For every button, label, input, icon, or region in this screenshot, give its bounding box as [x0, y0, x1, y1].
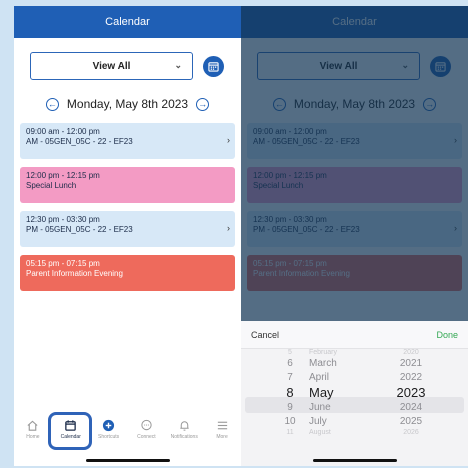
- chat-icon: [139, 418, 153, 432]
- previous-day-button[interactable]: ←: [45, 97, 59, 111]
- nav-item-connect[interactable]: Connect: [131, 418, 161, 440]
- arrow-right-icon: →: [198, 98, 208, 109]
- event-list: 09:00 am - 12:00 pmAM - 05GEN_05C - 22 -…: [14, 123, 241, 291]
- nav-label: More: [216, 434, 228, 440]
- chevron-right-icon: ›: [227, 223, 230, 233]
- wheel-option[interactable]: 2020: [391, 349, 431, 357]
- event-time: 05:15 pm - 07:15 pm: [26, 259, 100, 268]
- nav-item-more[interactable]: More: [207, 418, 237, 440]
- event-card[interactable]: 09:00 am - 12:00 pmAM - 05GEN_05C - 22 -…: [20, 123, 235, 159]
- chevron-down-icon: ⌄: [174, 60, 182, 70]
- dim-overlay[interactable]: [241, 6, 468, 321]
- calendar-icon: [208, 61, 219, 72]
- nav-item-home[interactable]: Home: [18, 418, 48, 440]
- nav-label: Shortcuts: [98, 434, 120, 440]
- wheel-option[interactable]: 2021: [391, 357, 431, 371]
- nav-label: Connect: [137, 434, 156, 440]
- home-indicator: [313, 459, 397, 462]
- date-picker-button[interactable]: [203, 55, 224, 77]
- event-title: Parent Information Evening: [26, 269, 123, 278]
- page-title: Calendar: [105, 16, 150, 28]
- month-column[interactable]: February March April May June July August: [309, 349, 369, 437]
- picker-cancel-button[interactable]: Cancel: [251, 330, 279, 340]
- next-day-button[interactable]: →: [196, 97, 210, 111]
- event-title: AM - 05GEN_05C - 22 - EF23: [26, 137, 133, 146]
- wheel-option[interactable]: April: [309, 371, 369, 385]
- date-wheel[interactable]: 5 6 7 8 9 10 11 February March April May June July Au…: [241, 349, 468, 459]
- wheel-option[interactable]: 2024: [391, 401, 431, 415]
- wheel-option[interactable]: May: [309, 385, 369, 401]
- wheel-option[interactable]: 5: [277, 349, 303, 357]
- wheel-option[interactable]: 2023: [391, 385, 431, 401]
- wheel-option[interactable]: March: [309, 357, 369, 371]
- bottom-nav: Home Calendar Shortcuts Connect Notification…: [14, 412, 241, 454]
- calendar-tab-highlight: [48, 412, 92, 450]
- nav-item-shortcuts[interactable]: Shortcuts: [94, 418, 124, 440]
- event-card[interactable]: 05:15 pm - 07:15 pmParent Information Ev…: [20, 255, 235, 291]
- wheel-option[interactable]: August: [309, 429, 369, 437]
- wheel-option[interactable]: 11: [277, 429, 303, 437]
- calendar-screen-with-picker: CalendarView All⌄←Monday, May 8th 2023→0…: [241, 6, 468, 466]
- header-bar: Calendar: [14, 6, 241, 38]
- calendar-screen: Calendar View All ⌄ ← Monday, May 8th 2023 → 0…: [14, 6, 241, 466]
- nav-item-notifications[interactable]: Notifications: [169, 418, 199, 440]
- event-time: 12:30 pm - 03:30 pm: [26, 215, 100, 224]
- chevron-right-icon: ›: [227, 135, 230, 145]
- wheel-option[interactable]: June: [309, 401, 369, 415]
- view-filter-value: View All: [92, 60, 131, 72]
- wheel-option[interactable]: 6: [277, 357, 303, 371]
- plus-circle-icon: [102, 418, 116, 432]
- year-column[interactable]: 2020 2021 2022 2023 2024 2025 2026: [391, 349, 431, 437]
- day-column[interactable]: 5 6 7 8 9 10 11: [277, 349, 303, 437]
- wheel-option[interactable]: 9: [277, 401, 303, 415]
- picker-toolbar: Cancel Done: [241, 321, 468, 349]
- wheel-option[interactable]: 2026: [391, 429, 431, 437]
- event-time: 09:00 am - 12:00 pm: [26, 127, 100, 136]
- wheel-option[interactable]: 10: [277, 415, 303, 429]
- home-icon: [26, 418, 40, 432]
- menu-icon: [215, 418, 229, 432]
- arrow-left-icon: ←: [47, 98, 57, 109]
- current-date: Monday, May 8th 2023: [66, 97, 189, 111]
- wheel-option[interactable]: 2022: [391, 371, 431, 385]
- home-indicator: [86, 459, 170, 462]
- nav-label: Home: [26, 434, 40, 440]
- event-title: Special Lunch: [26, 181, 77, 190]
- view-filter-select[interactable]: View All ⌄: [30, 52, 193, 80]
- picker-done-button[interactable]: Done: [436, 330, 458, 340]
- nav-label: Notifications: [170, 434, 198, 440]
- wheel-option[interactable]: July: [309, 415, 369, 429]
- date-navigator: ← Monday, May 8th 2023 →: [14, 95, 241, 113]
- event-title: PM - 05GEN_05C - 22 - EF23: [26, 225, 133, 234]
- wheel-option[interactable]: February: [309, 349, 369, 357]
- wheel-option[interactable]: 2025: [391, 415, 431, 429]
- event-time: 12:00 pm - 12:15 pm: [26, 171, 100, 180]
- bell-icon: [177, 418, 191, 432]
- wheel-option[interactable]: 8: [277, 385, 303, 401]
- wheel-option[interactable]: 7: [277, 371, 303, 385]
- date-picker-sheet: Cancel Done 5 6 7 8 9 10 11 February March April May…: [241, 321, 468, 466]
- event-card[interactable]: 12:30 pm - 03:30 pmPM - 05GEN_05C - 22 -…: [20, 211, 235, 247]
- event-card[interactable]: 12:00 pm - 12:15 pmSpecial Lunch: [20, 167, 235, 203]
